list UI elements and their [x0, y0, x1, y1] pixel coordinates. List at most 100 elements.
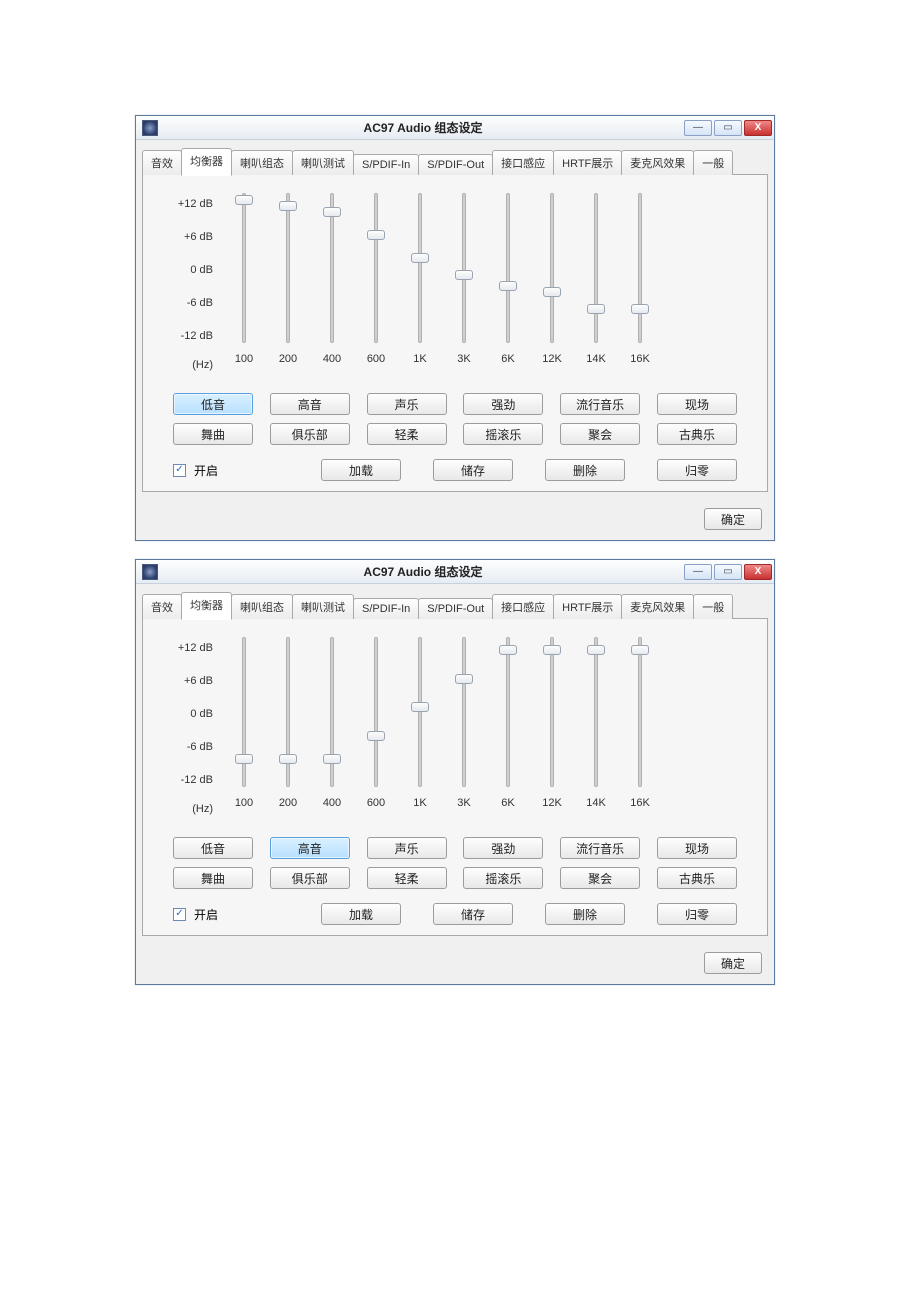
- slider-thumb[interactable]: [631, 304, 649, 314]
- preset-button-流行音乐[interactable]: 流行音乐: [560, 393, 640, 415]
- slider-thumb[interactable]: [587, 304, 605, 314]
- action-button-加载[interactable]: 加载: [321, 903, 401, 925]
- eq-slider-6K[interactable]: [495, 637, 521, 787]
- tab-麦克风效果[interactable]: 麦克风效果: [621, 594, 694, 619]
- slider-thumb[interactable]: [323, 754, 341, 764]
- slider-thumb[interactable]: [279, 754, 297, 764]
- minimize-button[interactable]: —: [684, 120, 712, 136]
- preset-button-低音[interactable]: 低音: [173, 837, 253, 859]
- tab-音效[interactable]: 音效: [142, 150, 182, 175]
- preset-button-摇滚乐[interactable]: 摇滚乐: [463, 867, 543, 889]
- preset-button-声乐[interactable]: 声乐: [367, 393, 447, 415]
- tab-S/PDIF-In[interactable]: S/PDIF-In: [353, 154, 419, 175]
- tab-接口感应[interactable]: 接口感应: [492, 594, 554, 619]
- maximize-button[interactable]: ▭: [714, 564, 742, 580]
- tab-接口感应[interactable]: 接口感应: [492, 150, 554, 175]
- tab-喇叭测试[interactable]: 喇叭测试: [292, 150, 354, 175]
- slider-thumb[interactable]: [499, 645, 517, 655]
- enable-checkbox[interactable]: ✓: [173, 464, 186, 477]
- preset-button-聚会[interactable]: 聚会: [560, 423, 640, 445]
- eq-slider-1K[interactable]: [407, 637, 433, 787]
- minimize-button[interactable]: —: [684, 564, 712, 580]
- eq-slider-400[interactable]: [319, 193, 345, 343]
- eq-slider-3K[interactable]: [451, 193, 477, 343]
- action-button-储存[interactable]: 储存: [433, 459, 513, 481]
- eq-slider-6K[interactable]: [495, 193, 521, 343]
- eq-slider-16K[interactable]: [627, 637, 653, 787]
- eq-slider-12K[interactable]: [539, 193, 565, 343]
- tab-音效[interactable]: 音效: [142, 594, 182, 619]
- eq-slider-200[interactable]: [275, 193, 301, 343]
- eq-slider-16K[interactable]: [627, 193, 653, 343]
- preset-button-俱乐部[interactable]: 俱乐部: [270, 867, 350, 889]
- slider-thumb[interactable]: [367, 731, 385, 741]
- action-button-加载[interactable]: 加载: [321, 459, 401, 481]
- eq-slider-400[interactable]: [319, 637, 345, 787]
- eq-slider-100[interactable]: [231, 193, 257, 343]
- preset-button-低音[interactable]: 低音: [173, 393, 253, 415]
- preset-button-聚会[interactable]: 聚会: [560, 867, 640, 889]
- eq-slider-600[interactable]: [363, 637, 389, 787]
- eq-slider-1K[interactable]: [407, 193, 433, 343]
- eq-slider-100[interactable]: [231, 637, 257, 787]
- ok-button[interactable]: 确定: [704, 508, 762, 530]
- tab-均衡器[interactable]: 均衡器: [181, 148, 232, 176]
- eq-slider-12K[interactable]: [539, 637, 565, 787]
- tab-喇叭组态[interactable]: 喇叭组态: [231, 594, 293, 619]
- preset-button-俱乐部[interactable]: 俱乐部: [270, 423, 350, 445]
- action-button-储存[interactable]: 储存: [433, 903, 513, 925]
- slider-thumb[interactable]: [499, 281, 517, 291]
- slider-thumb[interactable]: [543, 645, 561, 655]
- tab-HRTF展示[interactable]: HRTF展示: [553, 150, 622, 175]
- preset-button-强劲[interactable]: 强劲: [463, 393, 543, 415]
- tab-一般[interactable]: 一般: [693, 150, 733, 175]
- tab-均衡器[interactable]: 均衡器: [181, 592, 232, 620]
- slider-thumb[interactable]: [235, 195, 253, 205]
- close-button[interactable]: X: [744, 120, 772, 136]
- tab-HRTF展示[interactable]: HRTF展示: [553, 594, 622, 619]
- preset-button-古典乐[interactable]: 古典乐: [657, 867, 737, 889]
- preset-button-高音[interactable]: 高音: [270, 393, 350, 415]
- slider-thumb[interactable]: [455, 270, 473, 280]
- action-button-删除[interactable]: 删除: [545, 903, 625, 925]
- tab-S/PDIF-Out[interactable]: S/PDIF-Out: [418, 154, 493, 175]
- eq-slider-3K[interactable]: [451, 637, 477, 787]
- preset-button-轻柔[interactable]: 轻柔: [367, 423, 447, 445]
- preset-button-高音[interactable]: 高音: [270, 837, 350, 859]
- slider-thumb[interactable]: [543, 287, 561, 297]
- eq-slider-600[interactable]: [363, 193, 389, 343]
- preset-button-古典乐[interactable]: 古典乐: [657, 423, 737, 445]
- tab-一般[interactable]: 一般: [693, 594, 733, 619]
- tab-喇叭组态[interactable]: 喇叭组态: [231, 150, 293, 175]
- action-button-归零[interactable]: 归零: [657, 459, 737, 481]
- preset-button-轻柔[interactable]: 轻柔: [367, 867, 447, 889]
- action-button-删除[interactable]: 删除: [545, 459, 625, 481]
- preset-button-声乐[interactable]: 声乐: [367, 837, 447, 859]
- preset-button-舞曲[interactable]: 舞曲: [173, 867, 253, 889]
- maximize-button[interactable]: ▭: [714, 120, 742, 136]
- slider-thumb[interactable]: [455, 674, 473, 684]
- tab-S/PDIF-Out[interactable]: S/PDIF-Out: [418, 598, 493, 619]
- tab-麦克风效果[interactable]: 麦克风效果: [621, 150, 694, 175]
- slider-thumb[interactable]: [235, 754, 253, 764]
- preset-button-摇滚乐[interactable]: 摇滚乐: [463, 423, 543, 445]
- enable-checkbox[interactable]: ✓: [173, 908, 186, 921]
- slider-thumb[interactable]: [411, 702, 429, 712]
- preset-button-流行音乐[interactable]: 流行音乐: [560, 837, 640, 859]
- eq-slider-14K[interactable]: [583, 193, 609, 343]
- eq-slider-14K[interactable]: [583, 637, 609, 787]
- slider-thumb[interactable]: [367, 230, 385, 240]
- preset-button-强劲[interactable]: 强劲: [463, 837, 543, 859]
- slider-thumb[interactable]: [587, 645, 605, 655]
- slider-thumb[interactable]: [411, 253, 429, 263]
- preset-button-现场[interactable]: 现场: [657, 837, 737, 859]
- tab-S/PDIF-In[interactable]: S/PDIF-In: [353, 598, 419, 619]
- eq-slider-200[interactable]: [275, 637, 301, 787]
- tab-喇叭测试[interactable]: 喇叭测试: [292, 594, 354, 619]
- close-button[interactable]: X: [744, 564, 772, 580]
- preset-button-现场[interactable]: 现场: [657, 393, 737, 415]
- preset-button-舞曲[interactable]: 舞曲: [173, 423, 253, 445]
- ok-button[interactable]: 确定: [704, 952, 762, 974]
- slider-thumb[interactable]: [323, 207, 341, 217]
- slider-thumb[interactable]: [631, 645, 649, 655]
